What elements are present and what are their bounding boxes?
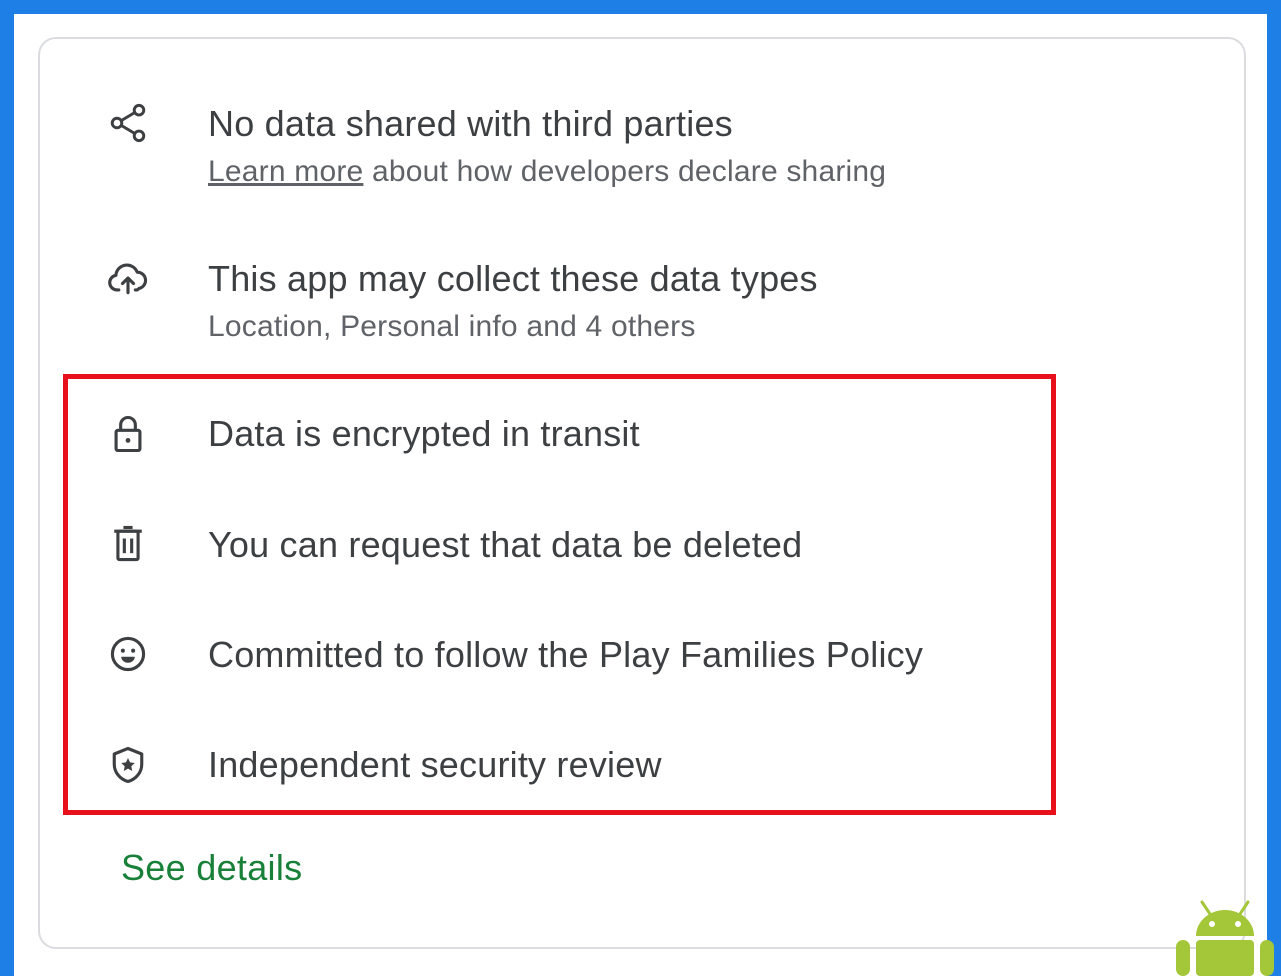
row-subtitle-text: about how developers declare sharing (363, 155, 887, 188)
row-title: No data shared with third parties (208, 103, 733, 144)
share-icon (104, 99, 152, 147)
learn-more-link[interactable]: Learn more (208, 155, 363, 188)
highlight-box (63, 374, 1056, 815)
row-subtitle: Location, Personal info and 4 others (208, 310, 696, 343)
android-robot-icon (1176, 900, 1274, 976)
row-title: This app may collect these data types (208, 258, 818, 299)
row-subtitle: Learn more about how developers declare … (208, 155, 886, 189)
see-details-link[interactable]: See details (121, 847, 302, 889)
cloud-upload-icon (104, 254, 152, 302)
